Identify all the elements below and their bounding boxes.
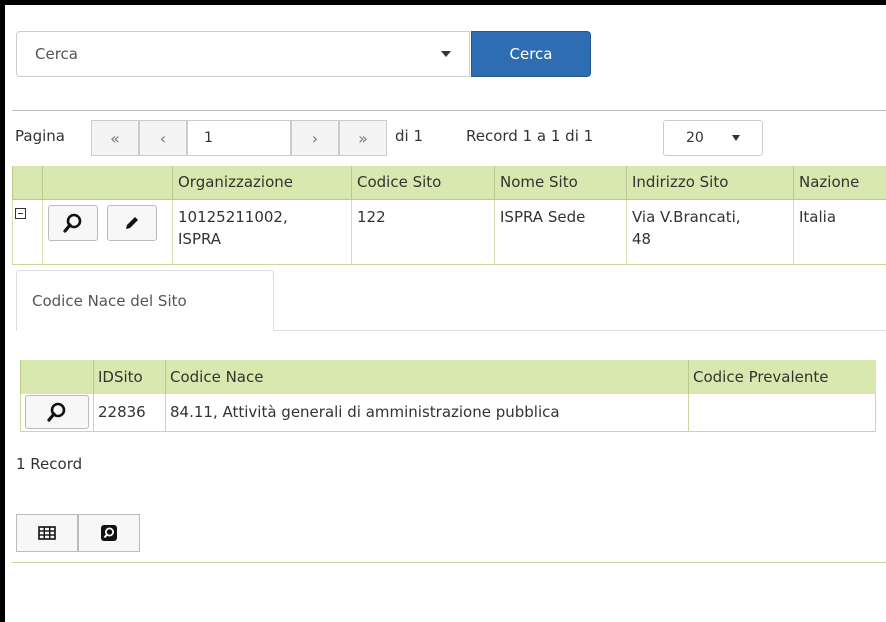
row-divider [12,264,886,265]
search-dropdown-toggle[interactable] [422,31,470,77]
indirizzo-line1: Via V.Brancati, [632,208,741,226]
next-page-button[interactable]: › [291,120,339,156]
first-page-button[interactable]: « [91,120,139,156]
prev-page-button[interactable]: ‹ [139,120,187,156]
cell-codice-sito: 122 [351,200,494,264]
tab-baseline [274,330,886,331]
expand-cell [12,200,42,264]
search-icon [63,213,82,233]
detail-cell-idsito: 22836 [93,394,165,432]
table-icon [38,526,56,540]
search-button[interactable]: Cerca [471,31,591,77]
zoom-button[interactable] [78,514,140,552]
page-total: di 1 [395,127,424,145]
detail-cell-codice-prevalente [688,394,876,432]
actions-cell [42,200,172,264]
search-input[interactable]: Cerca [16,31,423,77]
edit-button[interactable] [107,205,157,241]
detail-header-codice-prevalente[interactable]: Codice Prevalente [688,360,876,394]
indirizzo-line2: 48 [632,230,652,248]
cell-nome-sito: ISPRA Sede [494,200,626,264]
window-frame-top [0,0,886,5]
grid-bottom-border [12,562,886,563]
header-expand-col [12,166,42,199]
pencil-icon [126,217,138,229]
page-size-select[interactable]: 20 [663,120,763,156]
header-organizzazione[interactable]: Organizzazione [172,166,351,199]
detail-header-codice-nace[interactable]: Codice Nace [165,360,688,394]
detail-header-actions [20,360,93,394]
collapse-icon[interactable] [15,208,26,219]
header-nazione[interactable]: Nazione [793,166,886,199]
detail-view-button[interactable] [25,395,89,429]
pager: Pagina « ‹ 1 › » di 1 Record 1 a 1 di 1 … [12,111,886,164]
organizzazione-line1: 10125211002, [178,208,288,226]
cell-organizzazione: 10125211002, ISPRA [172,200,351,264]
tab-codice-nace[interactable]: Codice Nace del Sito [16,270,274,331]
grid-view-button[interactable] [16,514,78,552]
header-indirizzo-sito[interactable]: Indirizzo Sito [626,166,793,199]
search-icon [47,402,66,422]
cell-indirizzo-sito: Via V.Brancati, 48 [626,200,793,264]
caret-down-icon [440,51,451,57]
record-count: 1 Record [16,455,83,473]
header-nome-sito[interactable]: Nome Sito [494,166,626,199]
page-number-input[interactable]: 1 [187,120,291,156]
detail-header-idsito[interactable]: IDSito [93,360,165,394]
pager-label: Pagina [15,127,65,145]
header-codice-sito[interactable]: Codice Sito [351,166,494,199]
last-page-button[interactable]: » [339,120,387,156]
cell-nazione: Italia [793,200,886,264]
header-actions-col [42,166,172,199]
record-info: Record 1 a 1 di 1 [466,127,594,145]
organizzazione-line2: ISPRA [178,230,222,248]
window-frame-left [0,0,5,622]
view-button[interactable] [48,205,98,241]
page-size-value: 20 [686,130,704,146]
table-row: 10125211002, ISPRA 122 ISPRA Sede Via V.… [12,200,886,264]
detail-actions-cell [20,394,93,432]
zoom-icon [101,525,117,541]
caret-down-icon [732,135,740,141]
detail-cell-codice-nace: 84.11, Attività generali di amministrazi… [165,394,688,432]
